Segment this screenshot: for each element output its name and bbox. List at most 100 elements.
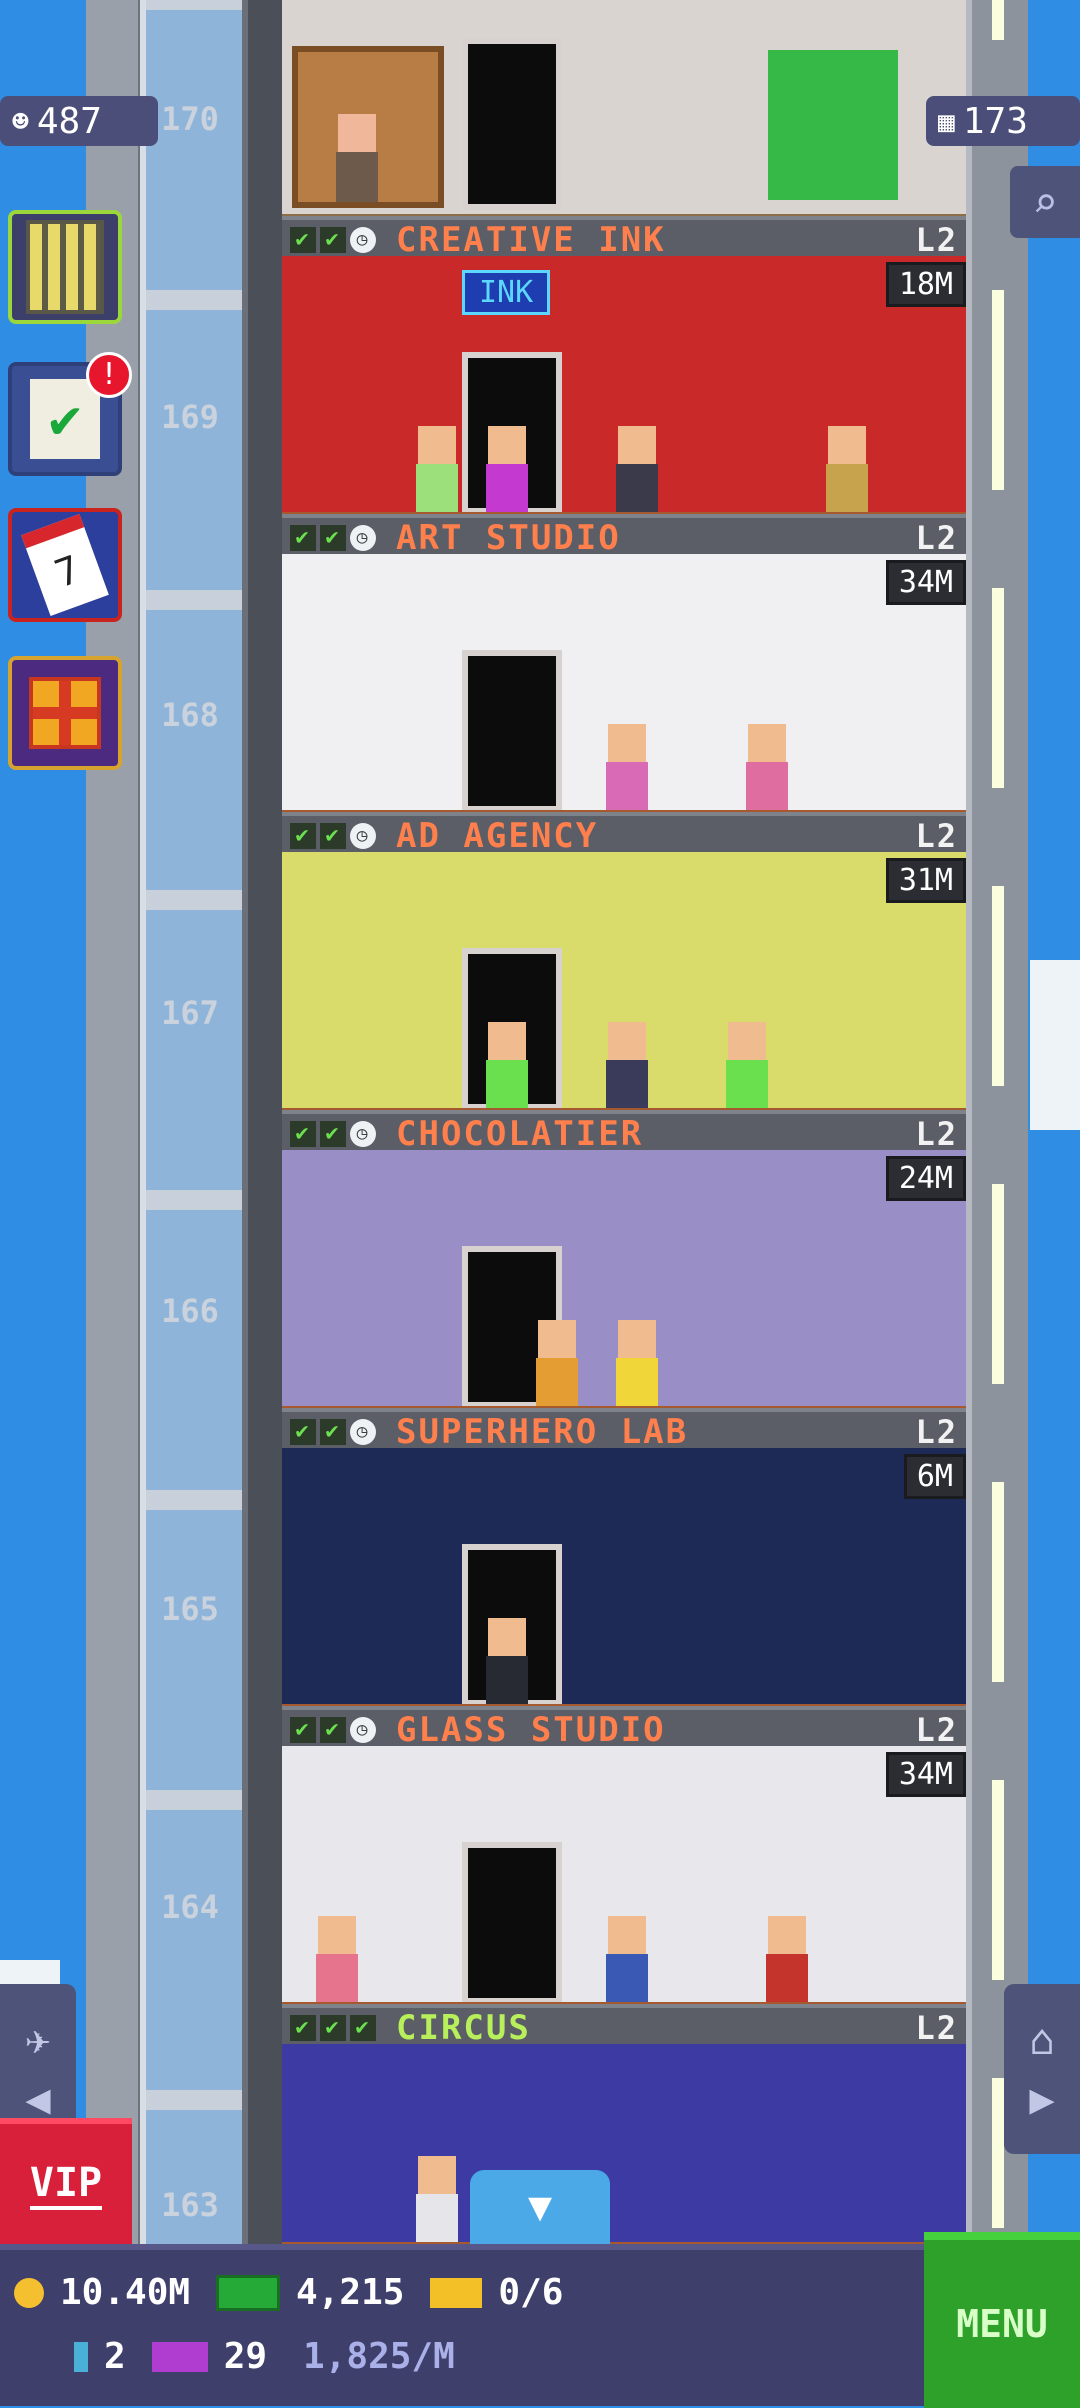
tower-icon — [26, 220, 104, 314]
floor-ad-agency[interactable]: ✔ ✔ ◷ AD AGENCY L2 31M — [282, 812, 966, 1116]
floor-name: CHOCOLATIER — [396, 1114, 644, 1154]
scroll-down-button[interactable]: ▼ — [470, 2170, 610, 2244]
chevron-down-icon: ▼ — [527, 2184, 553, 2230]
floor-number: 165 — [161, 1590, 219, 1628]
restock-timer: 34M — [885, 1752, 966, 1797]
clock-icon: ◷ — [350, 1121, 376, 1147]
bitizen[interactable] — [742, 724, 792, 812]
restock-timer: 24M — [885, 1156, 966, 1201]
bitizen[interactable] — [412, 426, 462, 514]
floor-chocolatier[interactable]: ✔ ✔ ◷ CHOCOLATIER L2 24M — [282, 1110, 966, 1414]
floor-number: 163 — [161, 2186, 219, 2224]
gold-ticket-icon — [151, 2341, 208, 2372]
floor-level: L2 — [915, 221, 958, 259]
ticket-icon — [430, 2277, 483, 2308]
checklist-icon: ✔ — [30, 379, 100, 459]
tower-button[interactable] — [8, 210, 122, 324]
floor-number: 168 — [161, 696, 219, 734]
search-button[interactable]: ⌕ — [1010, 166, 1080, 238]
arrow-left-icon: ◀ — [25, 2074, 51, 2123]
coins-value: 10.40M — [60, 2272, 191, 2313]
floor-creative-ink[interactable]: ✔ ✔ ◷ CREATIVE INK L2 18M INK — [282, 216, 966, 520]
person — [332, 114, 382, 202]
vip-label: VIP — [29, 2160, 103, 2210]
status-bar: 10.40M 4,215 0/6 2 29 1,825/M — [0, 2244, 1080, 2406]
bitizen[interactable] — [722, 1022, 772, 1110]
lobby-nav-button[interactable]: ⌂ ▶ — [1004, 1984, 1080, 2154]
floor-counter[interactable]: ▦ 173 — [926, 96, 1080, 146]
bitizen[interactable] — [482, 426, 532, 514]
floor-label-bar: ✔ ✔ ◷ CREATIVE INK L2 — [282, 216, 966, 260]
floor-number: 169 — [161, 398, 219, 436]
floor-level: L2 — [915, 1115, 958, 1153]
floor-label-bar: ✔ ✔ ◷ CHOCOLATIER L2 — [282, 1110, 966, 1154]
stock-status: ✔ ✔ ◷ — [290, 525, 376, 551]
stock-status: ✔ ✔ ✔ — [290, 2015, 376, 2041]
bitizen[interactable] — [602, 724, 652, 812]
floor-level: L2 — [915, 1711, 958, 1749]
bitizen[interactable] — [312, 1916, 362, 2004]
clock-icon: ◷ — [350, 227, 376, 253]
bitizen[interactable] — [602, 1022, 652, 1110]
floor-art-studio[interactable]: ✔ ✔ ◷ ART STUDIO L2 34M — [282, 514, 966, 818]
check-icon: ✔ — [290, 1419, 316, 1445]
clock-icon: ◷ — [350, 1419, 376, 1445]
room-interior: 18M INK — [282, 256, 966, 520]
check-icon: ✔ — [320, 1121, 346, 1147]
notification-badge: ! — [86, 352, 132, 398]
check-icon: ✔ — [290, 823, 316, 849]
floor-label-bar: ✔ ✔ ◷ SUPERHERO LAB L2 — [282, 1408, 966, 1452]
tickets-value: 0/6 — [498, 2272, 564, 2313]
check-icon: ✔ — [320, 823, 346, 849]
floor-label-bar: ✔ ✔ ◷ GLASS STUDIO L2 — [282, 1706, 966, 1750]
floor-level: L2 — [915, 817, 958, 855]
building-icon: ▦ — [938, 104, 955, 138]
floor-superhero-lab[interactable]: ✔ ✔ ◷ SUPERHERO LAB L2 6M — [282, 1408, 966, 1712]
bitizen[interactable] — [612, 1320, 662, 1408]
floor-name: GLASS STUDIO — [396, 1710, 666, 1750]
home-icon: ⌂ — [1029, 2015, 1055, 2064]
bitizen[interactable] — [532, 1320, 582, 1408]
missions-button[interactable]: ✔ ! — [8, 352, 132, 476]
income-rate: 1,825/M — [303, 2336, 455, 2377]
gift-icon — [29, 677, 101, 749]
check-icon: ✔ — [290, 2015, 316, 2041]
bitizen[interactable] — [602, 1916, 652, 2004]
check-icon: ✔ — [320, 1419, 346, 1445]
floor-circus[interactable]: ✔ ✔ ✔ CIRCUS L2 — [282, 2004, 966, 2250]
bitizen[interactable] — [412, 2156, 462, 2244]
room-interior: 34M — [282, 1746, 966, 2010]
floor-level: L2 — [915, 1413, 958, 1451]
door — [462, 1842, 562, 2004]
plane-icon: ✈ — [25, 2015, 51, 2064]
bitizen[interactable] — [822, 426, 872, 514]
clock-icon: ◷ — [350, 1717, 376, 1743]
calendar-button[interactable]: 7 — [8, 508, 122, 622]
floor-label-bar: ✔ ✔ ✔ CIRCUS L2 — [282, 2004, 966, 2048]
floor-top-partial[interactable] — [282, 0, 966, 222]
shaft-frame — [86, 0, 146, 2250]
room-interior: 34M — [282, 554, 966, 818]
floor-number: 166 — [161, 1292, 219, 1330]
floor-level: L2 — [915, 2009, 958, 2047]
floor-name: CREATIVE INK — [396, 220, 666, 260]
bitizen[interactable] — [612, 426, 662, 514]
check-icon: ✔ — [320, 525, 346, 551]
gift-button[interactable] — [8, 656, 122, 770]
bitizen[interactable] — [482, 1618, 532, 1706]
gold-value: 29 — [223, 2336, 268, 2377]
vip-button[interactable]: VIP — [0, 2118, 132, 2246]
menu-label: MENU — [956, 2302, 1048, 2346]
menu-button[interactable]: MENU — [924, 2232, 1080, 2408]
floor-glass-studio[interactable]: ✔ ✔ ◷ GLASS STUDIO L2 34M — [282, 1706, 966, 2010]
arrow-right-icon: ▶ — [1029, 2074, 1055, 2123]
stock-status: ✔ ✔ ◷ — [290, 823, 376, 849]
floor-count-value: 173 — [962, 100, 1028, 142]
population-counter[interactable]: ☻ 487 — [0, 96, 158, 146]
bitizen[interactable] — [762, 1916, 812, 2004]
room-interior: 6M — [282, 1448, 966, 1712]
bitizen[interactable] — [482, 1022, 532, 1110]
check-icon: ✔ — [350, 2015, 376, 2041]
room-interior: 31M — [282, 852, 966, 1116]
room-interior: 24M — [282, 1150, 966, 1414]
